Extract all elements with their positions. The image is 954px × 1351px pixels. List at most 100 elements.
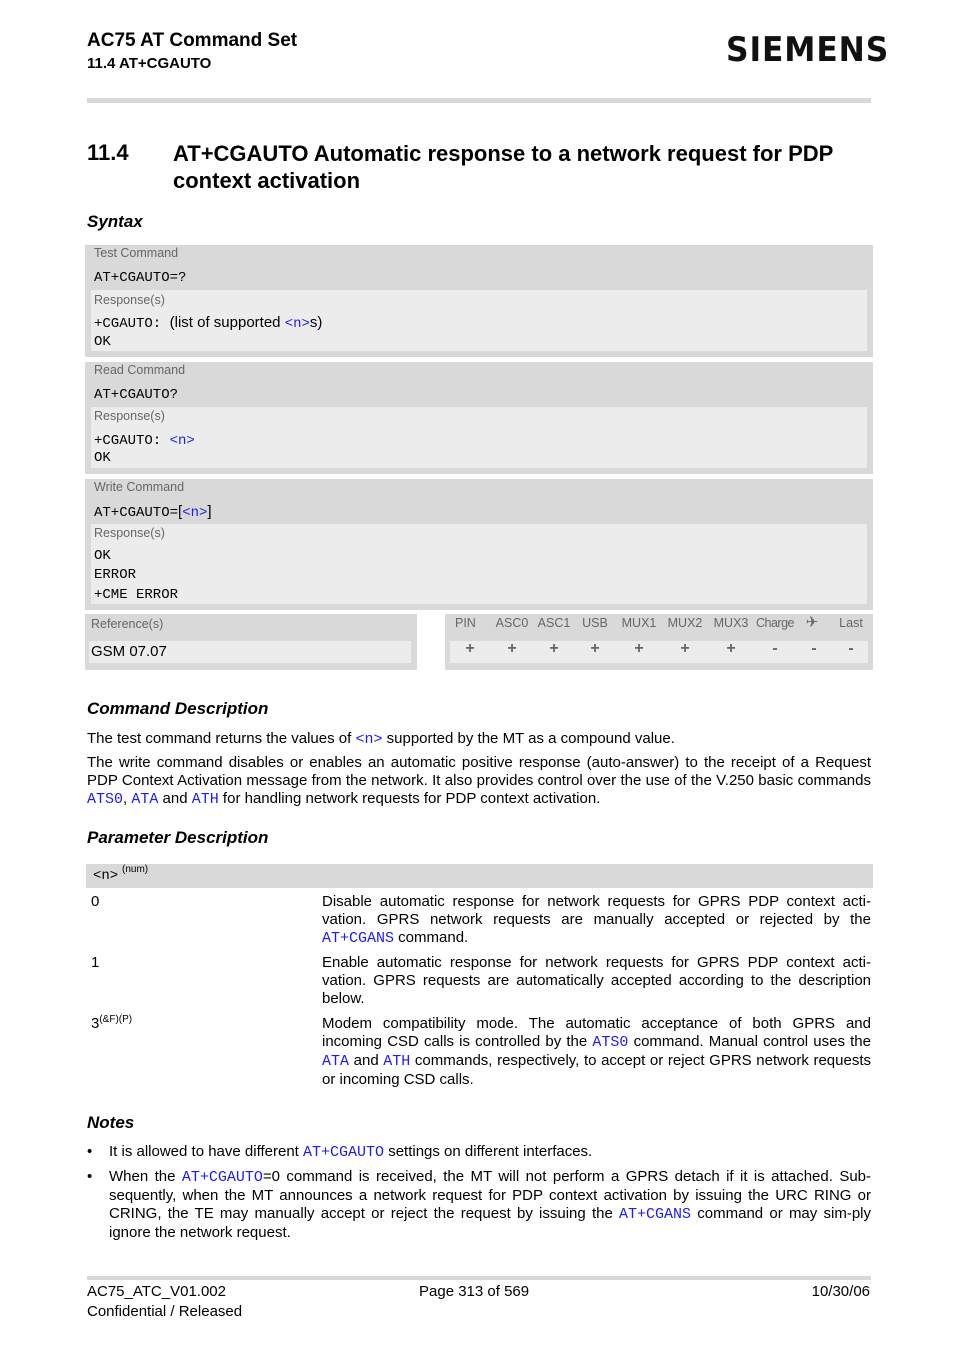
param-desc-0: Disable automatic response for network r… xyxy=(322,893,871,948)
footer-date: 10/30/06 xyxy=(811,1283,870,1300)
read-command: AT+CGAUTO? xyxy=(94,387,179,403)
flag-value-usb: + xyxy=(590,640,600,657)
param-value-1: 1 xyxy=(91,954,100,971)
param-value-superscript: (&F)(P) xyxy=(99,1014,133,1025)
flag-header-last: Last xyxy=(839,616,863,630)
section-number: 11.4 xyxy=(87,140,129,165)
read-response-ok: OK xyxy=(94,450,111,466)
test-response-text: (list of supported xyxy=(169,314,285,331)
text: It is allowed to have different xyxy=(109,1143,304,1160)
ata-link[interactable]: ATA xyxy=(131,791,158,808)
ats0-link[interactable]: ATS0 xyxy=(592,1034,628,1051)
ata-link[interactable]: ATA xyxy=(322,1053,349,1070)
text: and xyxy=(349,1052,384,1069)
flag-header-asc1: ASC1 xyxy=(537,616,571,630)
command-description-p2: The write command disables or enables an… xyxy=(87,754,871,809)
flag-header-pin: PIN xyxy=(455,616,476,630)
param-n-link[interactable]: <n> xyxy=(182,505,207,521)
footer-doc-id: AC75_ATC_V01.002 xyxy=(87,1283,226,1300)
flag-value-asc0: + xyxy=(507,640,517,657)
test-response-line: +CGAUTO: (list of supported <n>s) xyxy=(94,314,322,332)
test-response-box: Response(s) +CGAUTO: (list of supported … xyxy=(91,290,867,351)
reference-label: Reference(s) xyxy=(91,617,164,631)
parameter-name: <n> xyxy=(93,868,119,884)
airplane-icon: ✈ xyxy=(805,614,819,631)
reference-value: GSM 07.07 xyxy=(91,643,167,660)
flag-value-mux1: + xyxy=(634,640,644,657)
at-cgans-link[interactable]: AT+CGANS xyxy=(322,930,394,947)
read-response-box: Response(s) +CGAUTO: <n> OK xyxy=(91,407,867,468)
document-title: AC75 AT Command Set xyxy=(87,30,298,51)
at-cgauto-link[interactable]: AT+CGAUTO xyxy=(182,1169,263,1186)
bracket-close: ] xyxy=(207,503,212,520)
param-value-0: 0 xyxy=(91,893,100,910)
bullet-icon: • xyxy=(87,1168,93,1185)
text: supported by the MT as a compound value. xyxy=(382,730,675,747)
param-n-link[interactable]: <n> xyxy=(355,731,382,748)
text: The write command disables or enables an… xyxy=(87,754,871,789)
section-title-text: AT+CGAUTO Automatic response to a networ… xyxy=(173,141,833,193)
reference-value-box: GSM 07.07 xyxy=(89,641,411,663)
footer-page-number: Page 313 of 569 xyxy=(419,1283,530,1300)
parameter-type: (num) xyxy=(122,864,149,875)
read-command-label: Read Command xyxy=(94,363,186,377)
flag-value-asc1: + xyxy=(549,640,559,657)
reference-box: Reference(s) GSM 07.07 xyxy=(85,614,417,670)
section-title: AT+CGAUTO Automatic response to a networ… xyxy=(173,140,873,194)
flag-value-last: - xyxy=(848,640,854,657)
read-response-line: +CGAUTO: <n> xyxy=(94,431,195,449)
flag-value-charge: - xyxy=(772,640,778,657)
ats0-link[interactable]: ATS0 xyxy=(87,791,123,808)
text: command. xyxy=(394,929,469,946)
write-command-prefix: AT+CGAUTO= xyxy=(94,505,179,521)
syntax-heading: Syntax xyxy=(87,212,143,231)
text: settings on different interfaces. xyxy=(384,1143,593,1160)
flag-value-mux2: + xyxy=(680,640,690,657)
command-description-p1: The test command returns the values of <… xyxy=(87,730,871,749)
write-response-ok: OK xyxy=(94,548,111,564)
param-n-link[interactable]: <n> xyxy=(170,433,195,449)
read-response-label: Response(s) xyxy=(94,409,165,423)
text: command. Manual control uses the xyxy=(628,1033,871,1050)
at-cgans-link[interactable]: AT+CGANS xyxy=(619,1206,691,1223)
test-response-ok: OK xyxy=(94,334,111,350)
note-2: When the AT+CGAUTO=0 command is received… xyxy=(109,1168,871,1242)
param-desc-1: Enable automatic response for network re… xyxy=(322,954,871,1007)
test-response-prefix: +CGAUTO: xyxy=(94,316,170,332)
ath-link[interactable]: ATH xyxy=(383,1053,410,1070)
param-desc-3: Modem compatibility mode. The automatic … xyxy=(322,1015,871,1089)
write-response-cme-error: +CME ERROR xyxy=(94,587,179,603)
flag-value-airplane: - xyxy=(811,640,817,657)
section-reference: 11.4 AT+CGAUTO xyxy=(87,55,212,72)
command-description-heading: Command Description xyxy=(87,699,269,718)
footer-status: Confidential / Released xyxy=(87,1303,243,1320)
test-response-suffix: s) xyxy=(309,314,323,331)
text: The test command returns the values of xyxy=(87,730,356,747)
notes-heading: Notes xyxy=(87,1113,135,1132)
flag-value-pin: + xyxy=(465,640,475,657)
text: and xyxy=(158,790,192,807)
param-n-link[interactable]: <n> xyxy=(285,316,310,332)
write-command-block: Write Command AT+CGAUTO=[<n>] Response(s… xyxy=(85,479,873,610)
parameter-description-heading: Parameter Description xyxy=(87,828,269,847)
read-command-block: Read Command AT+CGAUTO? Response(s) +CGA… xyxy=(85,362,873,474)
bullet-icon: • xyxy=(87,1143,93,1160)
test-command: AT+CGAUTO=? xyxy=(94,270,187,286)
ath-link[interactable]: ATH xyxy=(192,791,219,808)
text: When the xyxy=(109,1168,182,1185)
flag-header-mux2: MUX2 xyxy=(667,616,703,630)
read-response-prefix: +CGAUTO: xyxy=(94,433,170,449)
test-command-label: Test Command xyxy=(94,246,179,260)
parameter-header: <n> (num) xyxy=(86,864,873,888)
flag-header-asc0: ASC0 xyxy=(495,616,529,630)
flag-header-mux3: MUX3 xyxy=(713,616,749,630)
at-cgauto-link[interactable]: AT+CGAUTO xyxy=(303,1144,384,1161)
text: for handling network requests for PDP co… xyxy=(218,790,601,807)
flag-header-usb: USB xyxy=(582,616,608,630)
write-response-error: ERROR xyxy=(94,567,137,583)
text: Disable automatic response for network r… xyxy=(322,893,871,928)
param-value-3: 3(&F)(P) xyxy=(91,1014,132,1032)
write-command: AT+CGAUTO=[<n>] xyxy=(94,503,212,521)
write-response-label: Response(s) xyxy=(94,526,165,540)
flag-value-mux3: + xyxy=(726,640,736,657)
